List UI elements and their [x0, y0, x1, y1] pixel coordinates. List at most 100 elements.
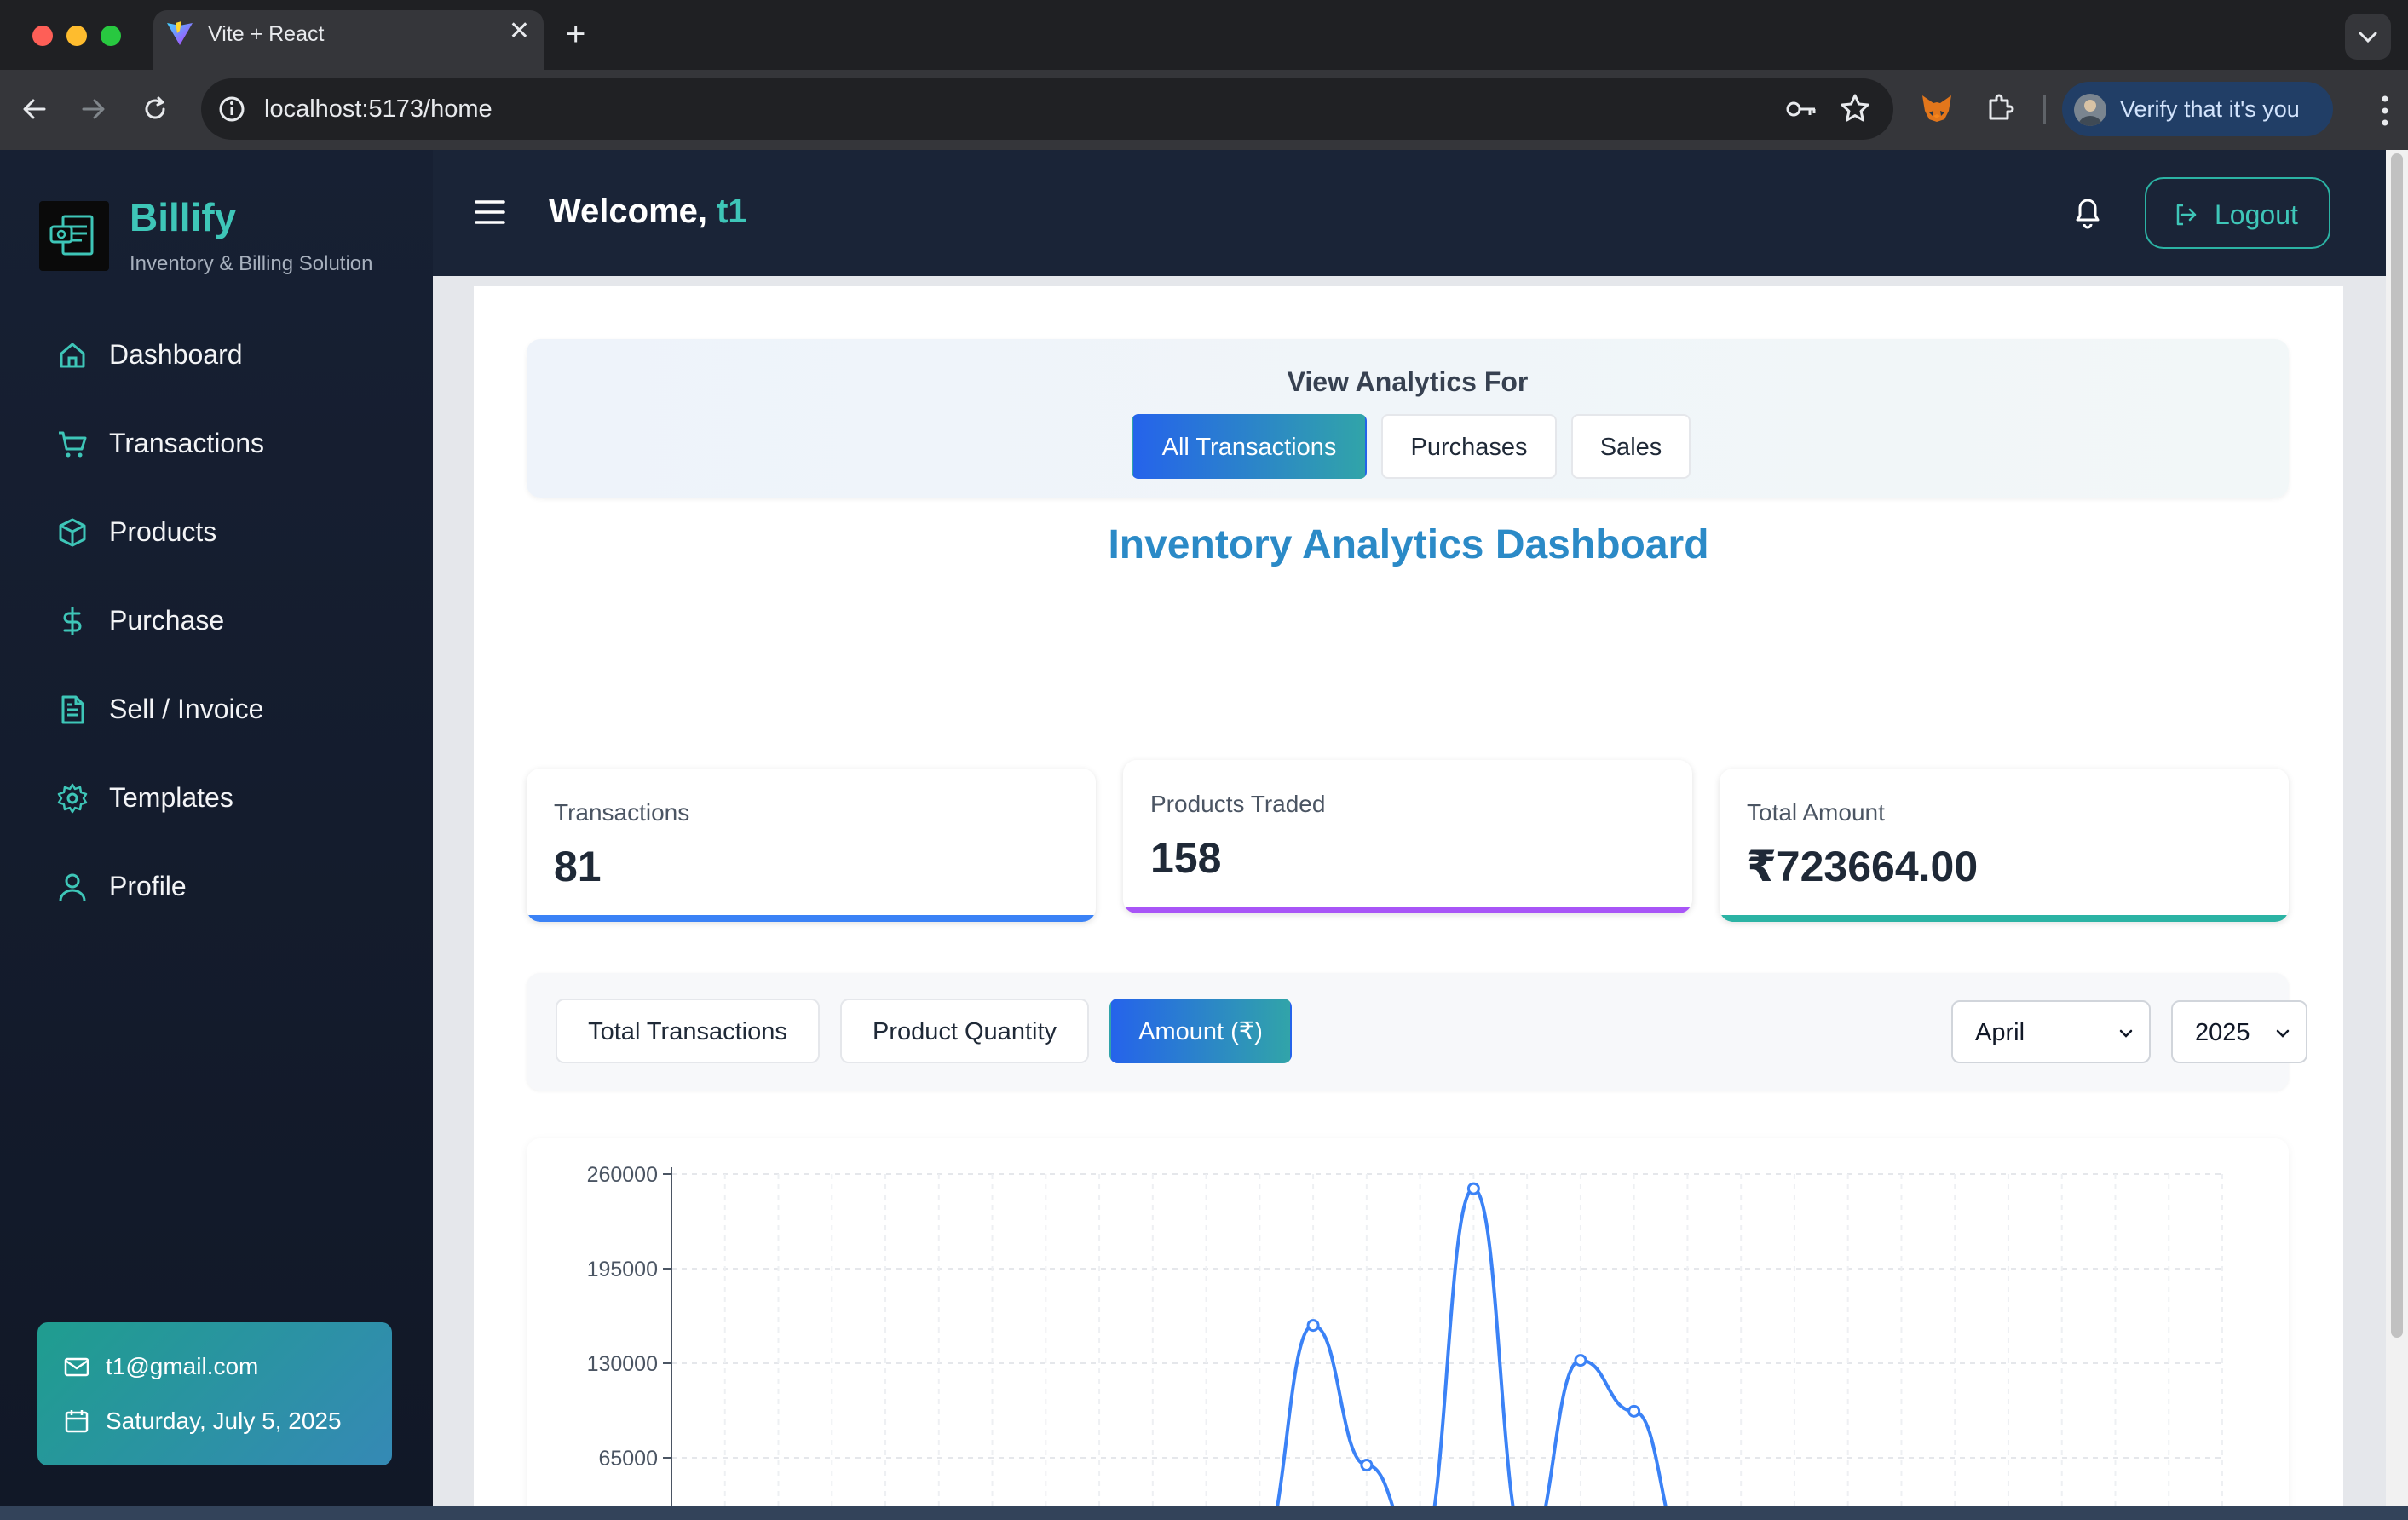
- current-date: Saturday, July 5, 2025: [106, 1408, 342, 1434]
- cart-icon: [59, 431, 87, 458]
- extensions-puzzle-icon[interactable]: [1984, 90, 2018, 124]
- chevron-down-icon: [2276, 1029, 2290, 1038]
- menu-hamburger-icon[interactable]: [474, 198, 506, 227]
- vite-logo-icon: [167, 21, 193, 45]
- filter-all-transactions-button[interactable]: All Transactions: [1132, 414, 1367, 479]
- stat-value: 81: [554, 843, 602, 890]
- stat-accent-bar: [1720, 915, 2289, 922]
- chevron-down-icon: [2119, 1029, 2133, 1038]
- browser-tab[interactable]: Vite + React ✕: [153, 10, 544, 70]
- gear-icon: [57, 783, 88, 814]
- tab-close-icon[interactable]: ✕: [509, 17, 530, 46]
- page-title: Inventory Analytics Dashboard: [1108, 522, 1709, 567]
- data-point: [1574, 1354, 1587, 1367]
- tab-title: Vite + React: [208, 22, 325, 46]
- tab-search-button[interactable]: [2345, 14, 2391, 60]
- mail-icon: [64, 1357, 89, 1377]
- line-chart-svg: 0650001300001950002600001234567891011121…: [587, 1163, 2223, 1506]
- month-select[interactable]: April: [1951, 1000, 2151, 1063]
- metric-total-transactions-button[interactable]: Total Transactions: [556, 999, 820, 1063]
- brand-tagline: Inventory & Billing Solution: [130, 252, 373, 275]
- app-viewport: Billify Inventory & Billing Solution Das…: [0, 150, 2386, 1506]
- logout-button[interactable]: Logout: [2145, 177, 2330, 249]
- year-select-value: 2025: [2195, 1019, 2250, 1046]
- user-info-card: t1@gmail.com Saturday, July 5, 2025: [37, 1322, 392, 1465]
- amount-line-chart: 0650001300001950002600001234567891011121…: [527, 1138, 2289, 1506]
- metamask-fox-icon[interactable]: [1919, 90, 1955, 126]
- sidebar-item-transactions[interactable]: Transactions: [0, 409, 433, 477]
- welcome-username: t1: [717, 193, 747, 230]
- invoice-icon: [61, 695, 84, 724]
- scrollbar-thumb[interactable]: [2391, 153, 2403, 1338]
- stat-card-transactions: Transactions 81: [527, 769, 1096, 922]
- data-point: [1306, 1319, 1320, 1333]
- sidebar-item-label: Dashboard: [109, 339, 243, 370]
- metric-amount-button[interactable]: Amount (₹): [1109, 999, 1292, 1063]
- url-text[interactable]: localhost:5173/home: [264, 95, 493, 124]
- stat-accent-bar: [1123, 907, 1692, 913]
- billify-logo: [39, 201, 109, 271]
- stat-label: Total Amount: [1747, 799, 1885, 826]
- stat-card-products-traded: Products Traded 158: [1123, 760, 1692, 913]
- stat-card-total-amount: Total Amount ₹723664.00: [1720, 769, 2289, 922]
- sidebar-item-sell-invoice[interactable]: Sell / Invoice: [0, 675, 433, 743]
- bell-icon[interactable]: [2071, 193, 2105, 230]
- series-line: [1276, 1187, 1668, 1506]
- address-bar[interactable]: localhost:5173/home: [201, 78, 1893, 140]
- y-tick-label: 130000: [587, 1352, 658, 1376]
- analytics-title: View Analytics For: [1287, 366, 1529, 397]
- close-window-button[interactable]: [32, 26, 53, 46]
- minimize-window-button[interactable]: [66, 26, 87, 46]
- maximize-window-button[interactable]: [101, 26, 121, 46]
- stat-label: Transactions: [554, 799, 690, 826]
- app-header: Welcome, t1 Logout: [433, 150, 2386, 276]
- y-tick-label: 195000: [587, 1258, 658, 1281]
- sidebar-item-products[interactable]: Products: [0, 498, 433, 566]
- metric-product-quantity-button[interactable]: Product Quantity: [840, 999, 1089, 1063]
- page-scrollbar[interactable]: [2386, 150, 2408, 1506]
- year-select[interactable]: 2025: [2171, 1000, 2307, 1063]
- sidebar-item-templates[interactable]: Templates: [0, 763, 433, 832]
- welcome-prefix: Welcome,: [549, 193, 717, 230]
- forward-arrow-icon[interactable]: [78, 94, 109, 124]
- y-tick-label: 65000: [598, 1447, 658, 1471]
- site-info-icon[interactable]: [216, 94, 247, 124]
- profile-button[interactable]: Verify that it's you: [2062, 82, 2333, 136]
- sidebar-item-label: Templates: [109, 782, 233, 813]
- user-email: t1@gmail.com: [106, 1353, 259, 1379]
- sidebar: Billify Inventory & Billing Solution Das…: [0, 150, 433, 1506]
- password-key-icon[interactable]: [1784, 94, 1818, 124]
- new-tab-button[interactable]: +: [566, 15, 585, 53]
- y-tick-label: 260000: [587, 1163, 658, 1187]
- bookmark-star-icon[interactable]: [1839, 92, 1871, 124]
- back-arrow-icon[interactable]: [19, 94, 49, 124]
- month-select-value: April: [1975, 1019, 2025, 1046]
- stat-value: ₹723664.00: [1747, 843, 1979, 890]
- main-content: View Analytics For All Transactions Purc…: [474, 286, 2343, 1506]
- filter-purchases-button[interactable]: Purchases: [1381, 414, 1557, 479]
- logout-label: Logout: [2215, 199, 2298, 230]
- browser-tab-bar: Vite + React ✕ +: [0, 0, 2408, 70]
- more-menu-icon[interactable]: [2381, 94, 2389, 128]
- chevron-down-icon: [2359, 32, 2377, 43]
- stat-value: 158: [1150, 834, 1222, 882]
- welcome-message: Welcome, t1: [549, 193, 747, 231]
- profile-verify-text: Verify that it's you: [2120, 96, 2300, 122]
- user-icon: [59, 873, 86, 901]
- avatar: [2074, 94, 2106, 126]
- data-point: [1466, 1182, 1480, 1195]
- stat-label: Products Traded: [1150, 791, 1326, 817]
- brand-name: Billify: [130, 195, 237, 239]
- sidebar-item-dashboard[interactable]: Dashboard: [0, 320, 433, 389]
- calendar-icon: [65, 1410, 89, 1433]
- reload-icon[interactable]: [140, 94, 170, 124]
- stat-accent-bar: [527, 915, 1096, 922]
- sidebar-item-label: Profile: [109, 871, 187, 901]
- sidebar-item-label: Sell / Invoice: [109, 694, 264, 724]
- analytics-filter-panel: View Analytics For All Transactions Purc…: [527, 339, 2289, 498]
- sidebar-item-purchase[interactable]: Purchase: [0, 586, 433, 654]
- sidebar-item-profile[interactable]: Profile: [0, 852, 433, 920]
- filter-sales-button[interactable]: Sales: [1571, 414, 1691, 479]
- box-icon: [59, 518, 86, 547]
- dollar-icon: [63, 607, 82, 635]
